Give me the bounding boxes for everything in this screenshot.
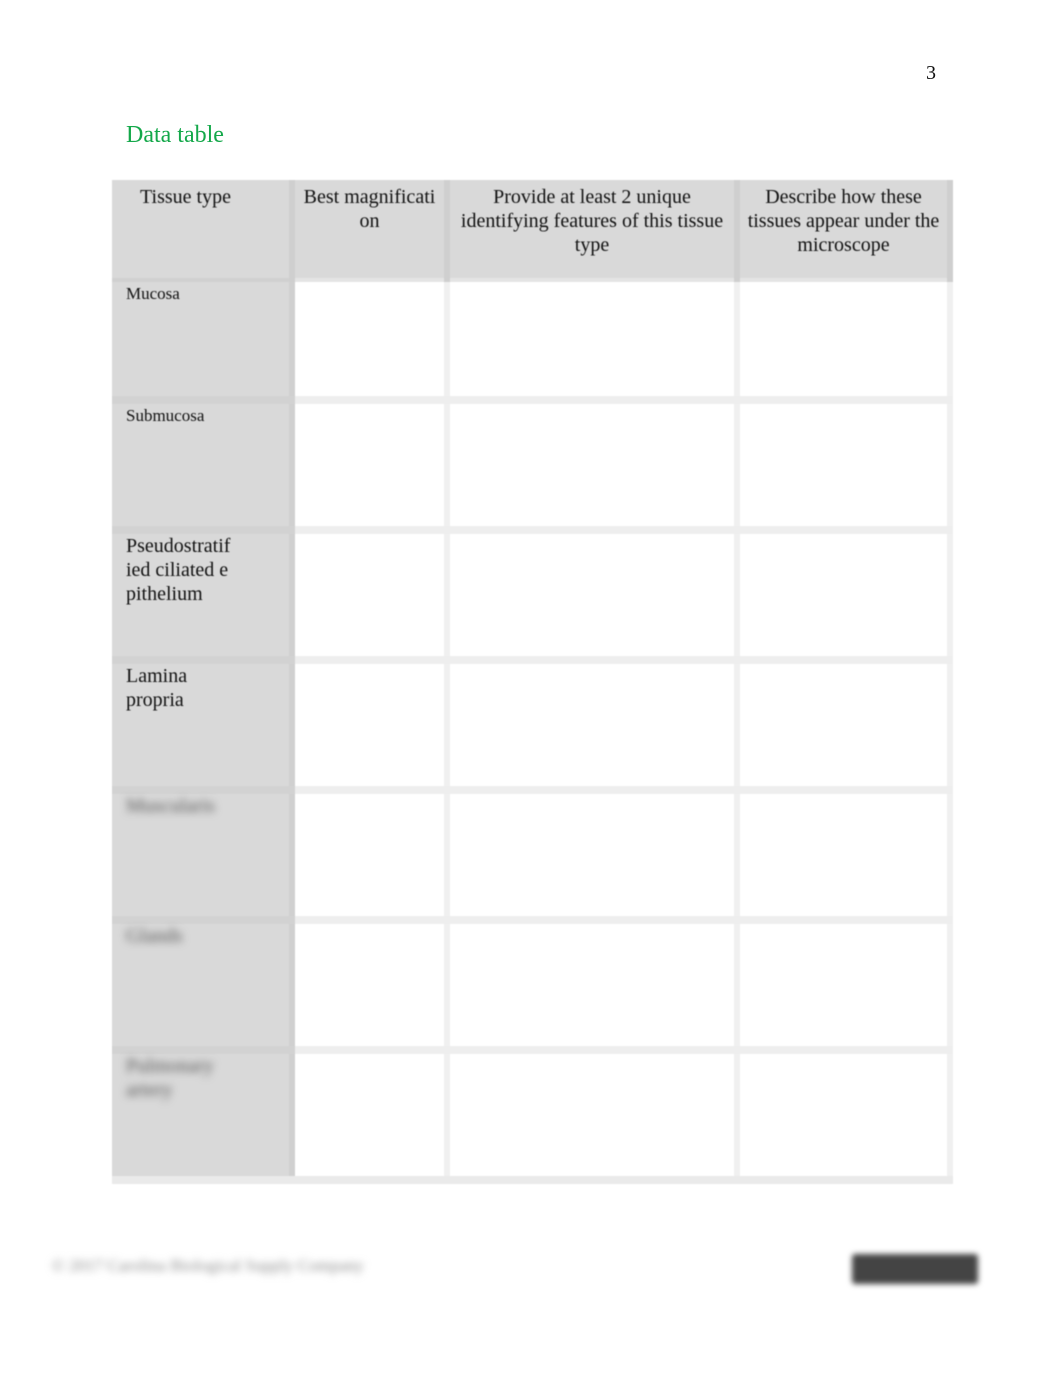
table-row: Lamina propria — [112, 656, 953, 790]
section-title: Data table — [126, 122, 224, 148]
header-tissue-type: Tissue type — [112, 180, 295, 280]
row-label-obscured: Glands — [126, 925, 183, 947]
footer-logo-icon — [852, 1254, 978, 1284]
features-cell[interactable] — [447, 656, 740, 790]
row-label-obscured: Pulmonary artery — [126, 1055, 214, 1101]
features-cell[interactable] — [447, 786, 740, 920]
row-label-obscured: Muscularis — [126, 795, 215, 817]
header-identifying-features: Provide at least 2 unique identifying fe… — [447, 180, 740, 280]
description-cell[interactable] — [737, 526, 953, 660]
description-cell[interactable] — [737, 786, 953, 920]
table-row: Submucosa — [112, 396, 953, 530]
magnification-cell[interactable] — [292, 1046, 450, 1184]
row-label-text: Lamina propria — [126, 665, 188, 711]
table-row: Pseudostratified ciliated epithelium — [112, 526, 953, 660]
magnification-cell[interactable] — [292, 396, 450, 530]
description-cell[interactable] — [737, 278, 953, 400]
data-table-container: Tissue type Best magnificati on Provide … — [112, 180, 953, 1188]
description-cell[interactable] — [737, 1046, 953, 1184]
data-table: Tissue type Best magnificati on Provide … — [112, 180, 953, 1184]
row-label-text: Pseudostratified ciliated epithelium — [126, 535, 231, 605]
table-row: Mucosa — [112, 278, 953, 400]
features-cell[interactable] — [447, 526, 740, 660]
magnification-cell[interactable] — [292, 278, 450, 400]
description-cell[interactable] — [737, 396, 953, 530]
header-row: Tissue type Best magnificati on Provide … — [112, 180, 953, 280]
features-cell[interactable] — [447, 916, 740, 1050]
features-cell[interactable] — [447, 1046, 740, 1184]
table-row: Pulmonary artery — [112, 1046, 953, 1184]
features-cell[interactable] — [447, 396, 740, 530]
description-cell[interactable] — [737, 656, 953, 790]
row-label: Submucosa — [112, 396, 295, 530]
row-label: Pseudostratified ciliated epithelium — [112, 526, 295, 660]
magnification-cell[interactable] — [292, 526, 450, 660]
footer-copyright: © 2017 Carolina Biological Supply Compan… — [52, 1256, 364, 1275]
magnification-cell[interactable] — [292, 916, 450, 1050]
page-number: 3 — [926, 62, 936, 84]
magnification-cell[interactable] — [292, 656, 450, 790]
row-label: Lamina propria — [112, 656, 295, 790]
table-row: Glands — [112, 916, 953, 1050]
table-row: Muscularis — [112, 786, 953, 920]
row-label: Muscularis — [112, 786, 295, 920]
description-cell[interactable] — [737, 916, 953, 1050]
magnification-cell[interactable] — [292, 786, 450, 920]
row-label: Pulmonary artery — [112, 1046, 295, 1184]
header-best-magnification: Best magnificati on — [292, 180, 450, 280]
row-label: Glands — [112, 916, 295, 1050]
features-cell[interactable] — [447, 278, 740, 400]
row-label: Mucosa — [112, 278, 295, 400]
header-microscope-appearance: Describe how these tissues appear under … — [737, 180, 953, 280]
